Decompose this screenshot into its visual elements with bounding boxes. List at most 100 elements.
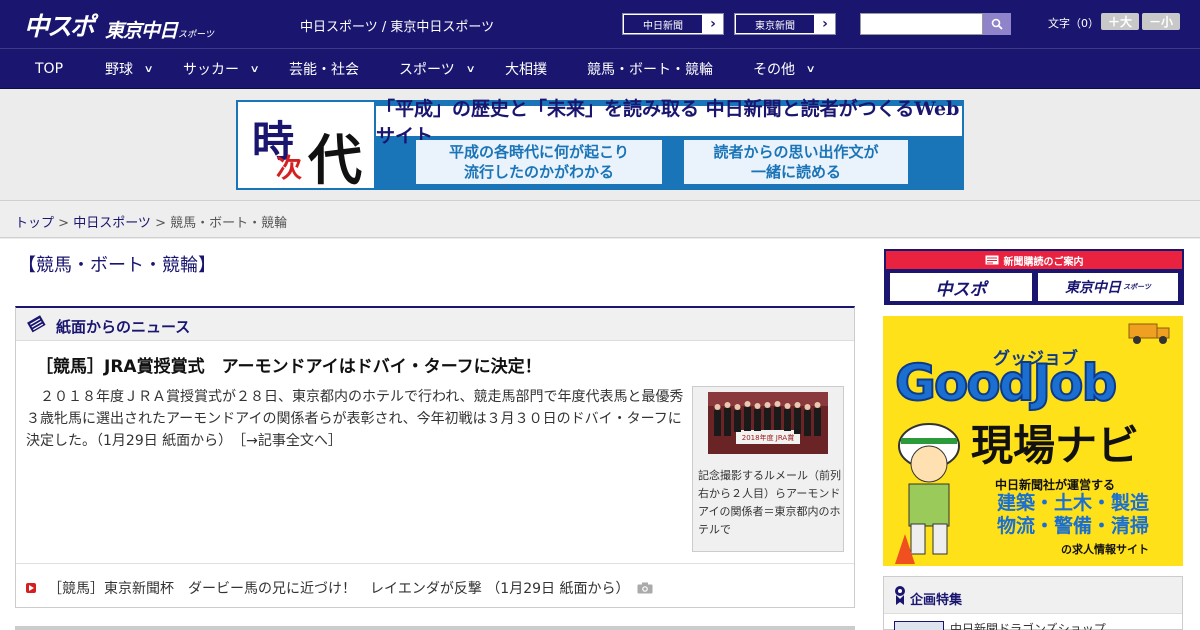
photo-banner-text: 2018年度 JRA賞 xyxy=(742,433,794,442)
nav-item-top[interactable]: TOP xyxy=(35,49,63,89)
goodjob-operator: 中日新聞社が運営する xyxy=(995,478,1116,492)
read-more-link[interactable]: ［→記事全文へ］ xyxy=(239,433,342,449)
truck-icon xyxy=(1128,323,1170,344)
breadcrumb-sep: > xyxy=(150,216,171,231)
goodjob-industries-line-1: 建築・土木・製造 xyxy=(997,492,1150,514)
logo-main: 中スポ xyxy=(24,12,95,41)
banner-char-3: 代 xyxy=(308,128,362,192)
news-section-header: 紙面からのニュース xyxy=(16,308,854,341)
banner-box-1-line-1: 平成の各時代に何が起こり xyxy=(448,143,629,161)
breadcrumb-bar: トップ > 中日スポーツ > 競馬・ボート・競輪 xyxy=(0,200,1200,238)
subscription-guide-banner[interactable]: 新聞購読のご案内 中スポ 東京中日 スポーツ xyxy=(884,249,1184,305)
tokyo-shimbun-label: 東京新聞 xyxy=(735,14,815,34)
goodjob-ad-banner[interactable]: グッジョブ GoodJob 現場ナビ 中日新聞社が運営する 建築・土木・製造 物… xyxy=(883,316,1183,566)
font-smaller-button[interactable]: －小 xyxy=(1142,13,1180,30)
banner-box-2-line-1: 読者からの思い出作文が xyxy=(713,143,879,161)
chevron-down-icon: ∨ xyxy=(465,63,476,75)
jijidai-banner[interactable]: 時 次 代 「平成」の歴史と「未来」を読み取る 中日新聞と読者がつくるWebサイ… xyxy=(236,98,964,192)
nav-label: スポーツ xyxy=(399,62,455,78)
banner-box-1: 平成の各時代に何が起こり 流行したのかがわかる xyxy=(416,140,662,184)
nav-label: サッカー xyxy=(183,62,239,78)
chevron-down-icon: ∨ xyxy=(249,63,260,75)
goodjob-industries-line-2: 物流・警備・清掃 xyxy=(997,515,1150,537)
banner-box-2-line-2: 一緒に読める xyxy=(750,163,841,181)
goodjob-tagline: の求人情報サイト xyxy=(1061,543,1149,556)
special-features-header: 企画特集 xyxy=(884,577,1182,614)
banner-char-2: 次 xyxy=(276,154,303,184)
article-body-text: ２０１８年度ＪＲＡ賞授賞式が２８日、東京都内のホテルで行われ、競走馬部門で年度代… xyxy=(26,389,684,449)
chevron-right-icon: › xyxy=(822,16,828,32)
search-button[interactable] xyxy=(983,13,1011,35)
newspaper-icon xyxy=(27,315,46,333)
play-bullet-icon xyxy=(26,583,36,593)
nav-label: 野球 xyxy=(105,62,133,78)
subscription-tokyo-chunichi-main: 東京中日 xyxy=(1065,280,1122,296)
nav-item-sumo[interactable]: 大相撲 xyxy=(505,49,547,89)
worker-illustration xyxy=(895,423,960,564)
font-bigger-button[interactable]: ＋大 xyxy=(1101,13,1139,30)
banner-box-2: 読者からの思い出作文が 一緒に読める xyxy=(684,140,908,184)
newspaper-icon xyxy=(985,255,998,265)
site-title: 中日スポーツ / 東京中日スポーツ xyxy=(300,20,495,35)
breadcrumb-sep: > xyxy=(54,216,74,231)
breadcrumb: トップ > 中日スポーツ > 競馬・ボート・競輪 xyxy=(15,212,287,231)
nav-item-other[interactable]: その他 ∨ xyxy=(753,49,816,89)
banner-headline: 「平成」の歴史と「未来」を読み取る 中日新聞と読者がつくるWebサイト xyxy=(376,98,962,147)
nav-label: TOP xyxy=(35,61,64,77)
nav-item-keiba[interactable]: 競馬・ボート・競輪 xyxy=(587,49,713,89)
article-photo[interactable]: 2018年度 JRA賞 xyxy=(708,392,828,454)
list-item-text: ［競馬］東京新聞杯 ダービー馬の兄に近づけ！ レイエンダが反撃 （1月29日 紙… xyxy=(48,581,630,597)
banner-box-1-line-2: 流行したのかがわかる xyxy=(463,163,614,181)
chunichi-shimbun-label: 中日新聞 xyxy=(623,14,703,34)
subscription-guide-title: 新聞購読のご案内 xyxy=(886,251,1182,269)
subscription-tokyo-chunichi: 東京中日 スポーツ xyxy=(1038,273,1178,301)
nav-item-baseball[interactable]: 野球 ∨ xyxy=(105,49,154,89)
breadcrumb-top-link[interactable]: トップ xyxy=(15,216,54,231)
font-size-label: 文字（0） xyxy=(1048,17,1099,30)
goodjob-logo: GoodJob xyxy=(894,353,1118,413)
camera-icon xyxy=(637,582,653,594)
nav-label: 大相撲 xyxy=(505,62,547,78)
search-input[interactable] xyxy=(860,13,983,35)
special-features-box: 企画特集 中日新聞ドラゴンズショップ xyxy=(883,576,1183,630)
dragons-shop-thumbnail[interactable] xyxy=(894,621,944,630)
tokyo-shimbun-button[interactable]: 東京新聞 › xyxy=(734,13,836,35)
subscription-guide-title-text: 新聞購読のご案内 xyxy=(1003,256,1084,268)
dragons-shop-link[interactable]: 中日新聞ドラゴンズショップ xyxy=(950,620,1106,630)
award-photo-image: 2018年度 JRA賞 xyxy=(708,392,828,454)
list-item[interactable]: ［競馬］東京新聞杯 ダービー馬の兄に近づけ！ レイエンダが反撃 （1月29日 紙… xyxy=(26,578,653,598)
logo-small: スポーツ xyxy=(178,30,214,40)
article-summary: ２０１８年度ＪＲＡ賞授賞式が２８日、東京都内のホテルで行われ、競走馬部門で年度代… xyxy=(26,386,688,452)
medal-icon xyxy=(895,586,905,605)
goodjob-navi: 現場ナビ xyxy=(971,421,1140,470)
article-photo-box: 2018年度 JRA賞 記念撮影するルメール（前列右から２人目）らアーモンドアイ… xyxy=(692,386,844,552)
page-title: 【競馬・ボート・競輪】 xyxy=(18,255,216,276)
banner-logo-area: 時 次 代 xyxy=(238,102,374,192)
chevron-down-icon: ∨ xyxy=(143,63,154,75)
news-section-title: 紙面からのニュース xyxy=(56,318,191,336)
header-bar: 中スポ 東京中日 スポーツ 中日スポーツ / 東京中日スポーツ 中日新聞 › 東… xyxy=(0,0,1200,48)
subscription-chuspo: 中スポ xyxy=(890,273,1032,301)
search-icon xyxy=(991,18,1003,30)
chevron-down-icon: ∨ xyxy=(805,63,816,75)
nav-label: 競馬・ボート・競輪 xyxy=(587,62,713,78)
nav-item-sports[interactable]: スポーツ ∨ xyxy=(399,49,476,89)
chunichi-shimbun-button[interactable]: 中日新聞 › xyxy=(622,13,724,35)
nav-label: 芸能・社会 xyxy=(289,62,359,78)
article-headline-link[interactable]: ［競馬］JRA賞授賞式 アーモンドアイはドバイ・ターフに決定！ xyxy=(36,352,542,377)
nav-item-entertainment[interactable]: 芸能・社会 xyxy=(289,49,359,89)
site-logo[interactable]: 中スポ 東京中日 スポーツ xyxy=(24,7,214,43)
subscription-tokyo-chunichi-small: スポーツ xyxy=(1123,283,1151,291)
nav-label: その他 xyxy=(753,62,795,78)
chevron-right-icon: › xyxy=(710,16,716,32)
photo-caption: 記念撮影するルメール（前列右から２人目）らアーモンドアイの関係者＝東京都内のホテ… xyxy=(698,469,841,536)
special-features-title: 企画特集 xyxy=(910,593,963,608)
nav-item-soccer[interactable]: サッカー ∨ xyxy=(183,49,260,89)
goodjob-industries: 建築・土木・製造 物流・警備・清掃 xyxy=(997,492,1149,538)
news-divider xyxy=(16,563,854,564)
next-section-edge xyxy=(15,626,855,630)
logo-sub: 東京中日 xyxy=(105,20,178,42)
breadcrumb-current: 競馬・ボート・競輪 xyxy=(170,216,288,231)
main-nav: TOP 野球 ∨ サッカー ∨ 芸能・社会 スポーツ ∨ 大相撲 競馬・ボート・競輪 … xyxy=(0,48,1200,89)
breadcrumb-chunichi-link[interactable]: 中日スポーツ xyxy=(73,216,151,231)
